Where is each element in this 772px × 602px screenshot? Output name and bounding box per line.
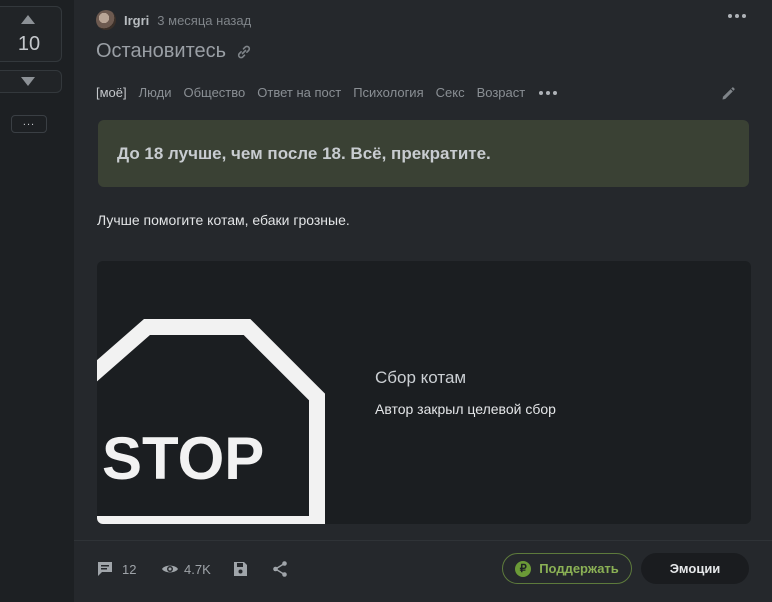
eye-icon (162, 565, 178, 573)
save-icon (234, 562, 247, 576)
tag-list: [моё] Люди Общество Ответ на пост Психол… (96, 85, 558, 100)
avatar[interactable] (96, 10, 116, 30)
donation-card[interactable]: STOP Сбор котам Автор закрыл целевой сбо… (97, 261, 751, 524)
tag-item[interactable]: Люди (139, 85, 172, 100)
author-name[interactable]: Irgri (124, 13, 149, 28)
tag-item[interactable]: Психология (353, 85, 423, 100)
upvote-icon[interactable] (21, 15, 35, 24)
support-button[interactable]: ₽ Поддержать (502, 553, 632, 584)
tag-item[interactable]: [моё] (96, 85, 127, 100)
stop-sign-image: STOP (97, 319, 325, 524)
tag-item[interactable]: Общество (183, 85, 245, 100)
share-icon (273, 561, 287, 577)
post-header: Irgri 3 месяца назад (96, 10, 251, 30)
link-icon[interactable] (236, 44, 252, 60)
edit-pencil-icon[interactable] (720, 86, 736, 102)
post-footer: 12 4.7K ₽ Поддержать Эмоции (74, 540, 772, 602)
comment-icon (98, 562, 112, 576)
upvote-box: 10 (0, 6, 62, 62)
post-text: Лучше помогите котам, ебаки грозные. (97, 212, 350, 228)
more-dots-icon[interactable] (728, 14, 746, 18)
tags-more-icon[interactable] (539, 90, 558, 95)
post-title-row: Остановитесь (96, 40, 252, 63)
vote-count: 10 (17, 33, 41, 55)
comment-count: 12 (122, 561, 137, 577)
more-button[interactable]: ... (11, 115, 47, 133)
vote-rail: 10 ... (0, 0, 74, 602)
tag-item[interactable]: Ответ на пост (257, 85, 341, 100)
views-stat: 4.7K (161, 560, 211, 578)
emotions-button[interactable]: Эмоции (641, 553, 749, 584)
ruble-icon: ₽ (515, 560, 532, 577)
post-time[interactable]: 3 месяца назад (157, 13, 251, 28)
post-title[interactable]: Остановитесь (96, 40, 226, 63)
support-label: Поддержать (539, 561, 619, 576)
downvote-button[interactable] (0, 70, 62, 93)
post-card: Irgri 3 месяца назад Остановитесь [моё] … (74, 0, 772, 602)
downvote-icon (21, 77, 35, 86)
view-count: 4.7K (184, 561, 211, 577)
stop-sign-text: STOP (102, 425, 264, 492)
share-button[interactable] (271, 560, 289, 578)
donation-title: Сбор котам (375, 368, 467, 387)
tag-item[interactable]: Секс (436, 85, 465, 100)
quote-block: До 18 лучше, чем после 18. Всё, прекрати… (98, 120, 749, 187)
tag-item[interactable]: Возраст (477, 85, 526, 100)
save-button[interactable] (231, 560, 249, 578)
donation-subtitle: Автор закрыл целевой сбор (375, 401, 556, 417)
comments-button[interactable]: 12 (96, 560, 136, 578)
